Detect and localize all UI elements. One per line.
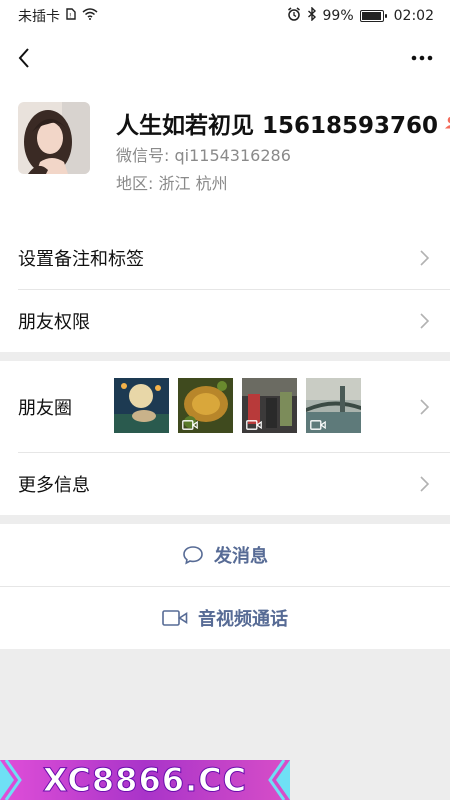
more-button[interactable] — [408, 44, 436, 72]
back-button[interactable] — [10, 44, 38, 72]
friend-permissions-row[interactable]: 朋友权限 — [0, 289, 450, 352]
watermark-text: XC8866.CC — [42, 761, 248, 800]
video-icon — [310, 420, 326, 430]
battery-icon — [359, 10, 387, 22]
more-dots-icon — [411, 55, 433, 61]
moments-thumbnail — [178, 378, 233, 433]
actions-group: 发消息 音视频通话 — [0, 524, 450, 649]
profile-header: 人生如若初见 15618593760 微信号: qi1154316286 地区:… — [0, 84, 450, 226]
video-icon — [246, 420, 262, 430]
chevron-right-icon — [420, 249, 430, 266]
send-message-button[interactable]: 发消息 — [0, 524, 450, 586]
friend-permissions-label: 朋友权限 — [18, 311, 90, 333]
clock: 02:02 — [393, 8, 434, 24]
video-call-icon — [162, 610, 188, 626]
send-message-label: 发消息 — [214, 546, 268, 567]
gender-icon — [444, 114, 450, 133]
av-call-button[interactable]: 音视频通话 — [0, 587, 450, 649]
carrier-label: 未插卡 — [18, 9, 60, 25]
bluetooth-icon — [307, 6, 317, 25]
avatar[interactable] — [18, 102, 90, 174]
moments-thumbnails — [114, 378, 361, 433]
wechat-id: 微信号: qi1154316286 — [116, 146, 291, 165]
region: 地区: 浙江 杭州 — [116, 174, 228, 193]
moments-thumbnail — [306, 378, 361, 433]
moments-thumbnail — [242, 378, 297, 433]
more-info-row[interactable]: 更多信息 — [0, 452, 450, 515]
chevron-right-icon — [420, 475, 430, 492]
chevron-right-icon — [420, 312, 430, 329]
status-bar: 未插卡 ! 99% 02:02 — [0, 0, 450, 32]
more-info-label: 更多信息 — [18, 474, 90, 496]
chat-bubble-icon — [183, 546, 203, 565]
moments-group: 朋友圈 更多信息 — [0, 361, 450, 515]
watermark-banner: XC8866.CC — [0, 760, 290, 800]
battery-percent: 99% — [322, 8, 354, 24]
remark-tags-row[interactable]: 设置备注和标签 — [0, 226, 450, 289]
moments-label: 朋友圈 — [18, 397, 72, 419]
av-call-label: 音视频通话 — [198, 609, 288, 630]
remark-tags-label: 设置备注和标签 — [18, 248, 144, 270]
settings-group: 设置备注和标签 朋友权限 — [0, 226, 450, 352]
sim-icon: ! — [66, 8, 76, 24]
moments-thumbnail — [114, 378, 169, 433]
video-icon — [182, 420, 198, 430]
alarm-icon — [287, 7, 301, 25]
chevron-right-icon — [420, 398, 430, 415]
profile-name: 人生如若初见 15618593760 — [116, 113, 439, 139]
nav-bar — [0, 32, 450, 84]
moments-row[interactable]: 朋友圈 — [0, 361, 450, 452]
chevron-left-icon — [18, 48, 29, 68]
wifi-icon — [82, 8, 98, 24]
svg-text:!: ! — [69, 13, 71, 20]
